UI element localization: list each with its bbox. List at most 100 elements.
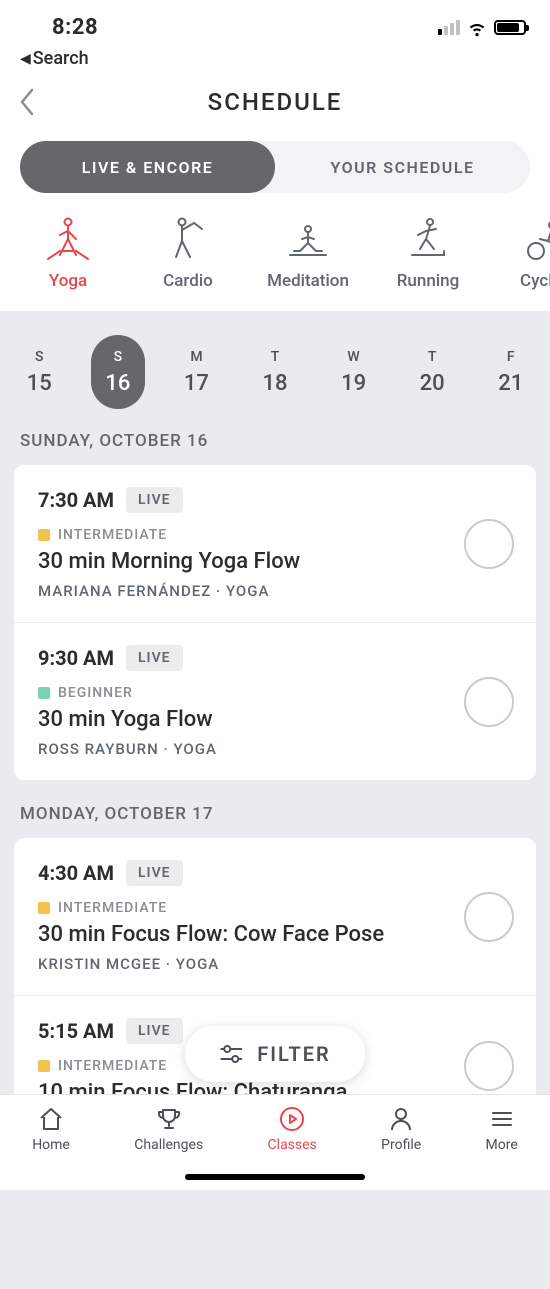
dow: S xyxy=(35,349,43,365)
class-card[interactable]: 7:30 AM LIVE INTERMEDIATE 30 min Morning… xyxy=(14,465,536,622)
tab-live-encore[interactable]: LIVE & ENCORE xyxy=(20,141,275,193)
nav-label: Challenges xyxy=(134,1137,203,1153)
category-label: Yoga xyxy=(49,271,87,291)
filter-button[interactable]: FILTER xyxy=(185,1026,365,1082)
running-icon xyxy=(402,215,454,263)
profile-icon xyxy=(387,1105,415,1133)
bookmark-toggle[interactable] xyxy=(464,677,514,727)
category-tabs[interactable]: Yoga Cardio Meditation Running Cycling xyxy=(0,203,550,311)
status-icons xyxy=(438,16,526,38)
category-label: Cardio xyxy=(163,271,213,291)
class-instructor: ROSS RAYBURN · YOGA xyxy=(38,740,450,758)
dow: T xyxy=(428,349,437,365)
class-title: 30 min Yoga Flow xyxy=(38,707,450,732)
menu-icon xyxy=(488,1105,516,1133)
back-to-search[interactable]: ◀ Search xyxy=(0,44,550,77)
level-chip-icon xyxy=(38,529,50,541)
tab-your-schedule[interactable]: YOUR SCHEDULE xyxy=(275,141,530,193)
date-16[interactable]: S16 xyxy=(79,329,158,421)
class-title: 30 min Focus Flow: Cow Face Pose xyxy=(38,922,450,947)
battery-icon xyxy=(494,20,526,35)
level-text: INTERMEDIATE xyxy=(58,900,167,916)
cycling-icon xyxy=(522,215,550,263)
home-indicator[interactable] xyxy=(185,1174,365,1180)
cellular-signal-icon xyxy=(438,20,460,35)
play-circle-icon xyxy=(278,1105,306,1133)
filter-icon xyxy=(219,1044,243,1064)
level-chip-icon xyxy=(38,687,50,699)
class-instructor: KRISTIN MCGEE · YOGA xyxy=(38,955,450,973)
class-title: 30 min Morning Yoga Flow xyxy=(38,549,450,574)
live-badge: LIVE xyxy=(126,645,183,671)
class-card[interactable]: 9:30 AM LIVE BEGINNER 30 min Yoga Flow R… xyxy=(14,622,536,780)
section-heading: SUNDAY, OCTOBER 16 xyxy=(0,421,550,465)
category-meditation[interactable]: Meditation xyxy=(248,215,368,291)
live-badge: LIVE xyxy=(126,1018,183,1044)
nav-home[interactable]: Home xyxy=(32,1105,70,1153)
date-19[interactable]: W 19 xyxy=(314,329,393,421)
date-num: 21 xyxy=(498,371,523,396)
nav-label: Classes xyxy=(268,1137,317,1153)
nav-label: Profile xyxy=(381,1137,421,1153)
live-badge: LIVE xyxy=(126,860,183,886)
back-chevron-icon[interactable] xyxy=(18,88,36,116)
date-20[interactable]: T20 xyxy=(393,329,472,421)
class-time: 7:30 AM xyxy=(38,488,114,512)
category-running[interactable]: Running xyxy=(368,215,488,291)
date-num: 18 xyxy=(263,371,288,396)
back-label: Search xyxy=(33,48,89,69)
date-selector: S 15 S16 M 17 T 18 W 19 T20 F 21 xyxy=(0,311,550,421)
level-chip-icon xyxy=(38,1060,50,1072)
nav-classes[interactable]: Classes xyxy=(268,1105,317,1153)
tab-yours-label: YOUR SCHEDULE xyxy=(331,158,475,177)
class-card[interactable]: 4:30 AM LIVE INTERMEDIATE 30 min Focus F… xyxy=(14,838,536,995)
date-18[interactable]: T 18 xyxy=(236,329,315,421)
category-label: Running xyxy=(397,271,460,291)
dow: F xyxy=(507,349,515,365)
status-time: 8:28 xyxy=(24,15,98,40)
class-instructor: MARIANA FERNÁNDEZ · YOGA xyxy=(38,582,450,600)
card-group: 4:30 AM LIVE INTERMEDIATE 30 min Focus F… xyxy=(14,838,536,1135)
level-chip-icon xyxy=(38,902,50,914)
category-cycling[interactable]: Cycling xyxy=(488,215,550,291)
dow: M xyxy=(190,349,202,365)
date-21[interactable]: F 21 xyxy=(471,329,550,421)
category-label: Meditation xyxy=(267,271,349,291)
date-num: 17 xyxy=(184,371,209,396)
filter-label: FILTER xyxy=(257,1042,331,1066)
nav-label: More xyxy=(486,1137,518,1153)
level-text: BEGINNER xyxy=(58,685,133,701)
status-bar: 8:28 xyxy=(0,0,550,44)
dow: T xyxy=(271,349,280,365)
home-icon xyxy=(37,1105,65,1133)
date-17[interactable]: M 17 xyxy=(157,329,236,421)
category-yoga[interactable]: Yoga xyxy=(8,215,128,291)
yoga-icon xyxy=(42,215,94,263)
category-cardio[interactable]: Cardio xyxy=(128,215,248,291)
date-15[interactable]: S 15 xyxy=(0,329,79,421)
card-group: 7:30 AM LIVE INTERMEDIATE 30 min Morning… xyxy=(14,465,536,780)
cardio-icon xyxy=(162,215,214,263)
date-num: 19 xyxy=(341,371,366,396)
level-text: INTERMEDIATE xyxy=(58,1058,167,1074)
date-num: 15 xyxy=(27,371,52,396)
nav-label: Home xyxy=(32,1137,70,1153)
bookmark-toggle[interactable] xyxy=(464,519,514,569)
tab-live-label: LIVE & ENCORE xyxy=(82,158,214,177)
bookmark-toggle[interactable] xyxy=(464,1041,514,1091)
nav-challenges[interactable]: Challenges xyxy=(134,1105,203,1153)
live-badge: LIVE xyxy=(126,487,183,513)
level-text: INTERMEDIATE xyxy=(58,527,167,543)
back-triangle-icon: ◀ xyxy=(20,51,31,67)
nav-more[interactable]: More xyxy=(486,1105,518,1153)
date-num: 16 xyxy=(105,371,130,396)
category-label: Cycling xyxy=(520,271,550,291)
dow: W xyxy=(347,349,359,365)
class-time: 5:15 AM xyxy=(38,1019,114,1043)
class-time: 4:30 AM xyxy=(38,861,114,885)
bookmark-toggle[interactable] xyxy=(464,892,514,942)
page-title: SCHEDULE xyxy=(208,88,343,116)
wifi-icon xyxy=(466,16,488,38)
nav-profile[interactable]: Profile xyxy=(381,1105,421,1153)
meditation-icon xyxy=(282,215,334,263)
